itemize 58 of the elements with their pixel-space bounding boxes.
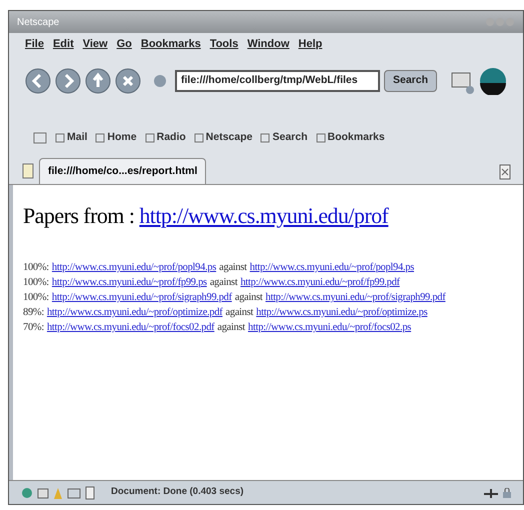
window-title: Netscape (17, 16, 60, 30)
menu-item[interactable]: Help (298, 36, 322, 52)
back-icon[interactable] (25, 68, 51, 94)
address-field[interactable]: file:///home/collberg/tmp/WebL/files (175, 70, 380, 92)
paper-link[interactable]: http://www.cs.myuni.edu/~prof/optimize.ps (256, 305, 428, 320)
stop-icon[interactable] (115, 68, 141, 94)
match-score: 100%: (23, 261, 49, 275)
paper-link[interactable]: http://www.cs.myuni.edu/~prof/fp99.pdf (240, 275, 400, 290)
match-score: 100%: (23, 291, 49, 305)
menu-item[interactable]: Tools (210, 36, 238, 52)
close-tab-icon[interactable] (499, 164, 511, 180)
heading-link[interactable]: http://www.cs.myuni.edu/prof (139, 203, 388, 228)
paper-link[interactable]: http://www.cs.myuni.edu/~prof/fp99.ps (52, 275, 207, 290)
logo-icon[interactable] (479, 67, 508, 95)
paper-link[interactable]: http://www.cs.myuni.edu/~prof/sigraph99.pdf (266, 290, 446, 305)
forward-icon[interactable] (55, 68, 81, 94)
against-text: against (210, 276, 238, 290)
new-tab-icon[interactable] (21, 162, 35, 180)
menu-item[interactable]: Edit (52, 36, 74, 52)
match-score: 89%: (23, 306, 44, 320)
bookmark-icon (95, 133, 106, 143)
menu-item[interactable]: File (25, 36, 44, 52)
page-icon[interactable] (85, 486, 95, 500)
bookmark-icon (260, 133, 270, 143)
paper-link[interactable]: http://www.cs.myuni.edu/~prof/popl94.ps (250, 260, 414, 275)
search-button[interactable]: Search (384, 70, 438, 92)
toolbar-link[interactable]: Mail (55, 130, 88, 146)
bookmark-icon (316, 133, 326, 143)
match-score: 70%: (23, 321, 44, 335)
match-score: 100%: (23, 276, 49, 290)
paper-link[interactable]: http://www.cs.myuni.edu/~prof/focs02.ps (248, 320, 412, 335)
menu-item[interactable]: Bookmarks (140, 36, 201, 52)
reload-icon[interactable] (85, 68, 111, 94)
against-text: against (219, 261, 247, 275)
mail-icon[interactable] (37, 486, 49, 500)
toolbar-link[interactable]: Search (260, 130, 308, 146)
page-heading: Papers from : (23, 203, 136, 228)
against-text: against (234, 291, 262, 305)
menu-item[interactable]: Window (247, 36, 290, 52)
lock-icon (503, 488, 511, 498)
bookmark-icon (144, 133, 155, 143)
status-text: Document: Done (0.403 secs) (111, 485, 244, 500)
paper-link[interactable]: http://www.cs.myuni.edu/~prof/optimize.pdf (46, 305, 223, 320)
paper-link[interactable]: http://www.cs.myuni.edu/~prof/sigraph99.pdf (52, 290, 232, 305)
home-tab-icon[interactable] (33, 132, 47, 144)
paper-link[interactable]: http://www.cs.myuni.edu/~prof/popl94.ps (52, 260, 216, 275)
toolbar-link[interactable]: Bookmarks (316, 130, 385, 146)
bookmark-icon (55, 133, 65, 143)
toolbar-link[interactable]: Home (95, 130, 137, 146)
against-text: against (226, 306, 254, 320)
paper-link[interactable]: http://www.cs.myuni.edu/~prof/focs02.pdf (46, 320, 214, 335)
browser-tab[interactable]: file:///home/co...es/report.html (39, 158, 206, 184)
menu-item[interactable]: View (82, 36, 108, 52)
bookmark-icon (194, 133, 204, 143)
against-text: against (217, 321, 246, 335)
toolbar-link[interactable]: Radio (144, 130, 186, 146)
toolbar-link[interactable]: Netscape (194, 130, 252, 146)
menu-item[interactable]: Go (116, 36, 132, 52)
